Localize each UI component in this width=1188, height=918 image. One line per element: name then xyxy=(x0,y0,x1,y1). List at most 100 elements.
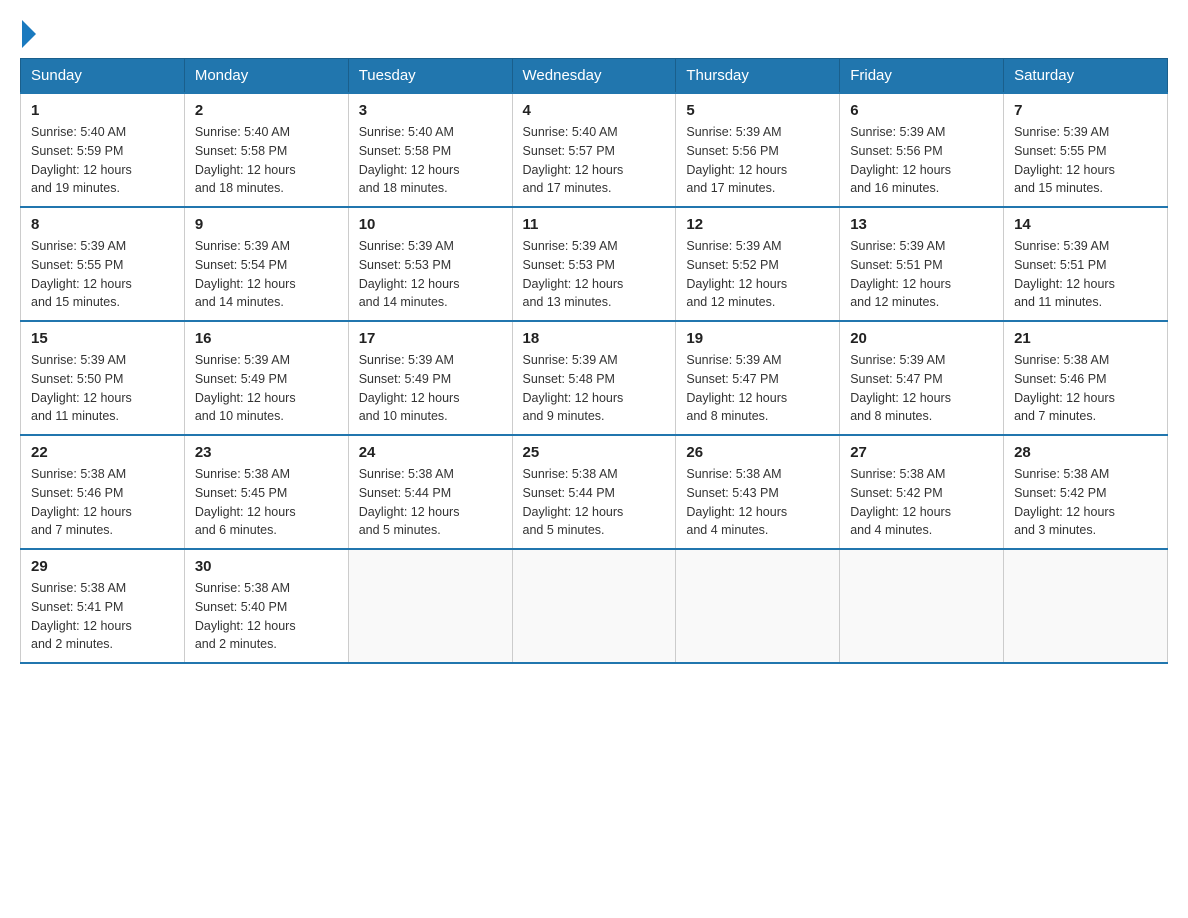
day-of-week-header: Wednesday xyxy=(512,59,676,94)
day-of-week-header: Friday xyxy=(840,59,1004,94)
day-info: Sunrise: 5:39 AMSunset: 5:49 PMDaylight:… xyxy=(195,351,338,426)
day-of-week-header: Monday xyxy=(184,59,348,94)
calendar-day-cell: 20Sunrise: 5:39 AMSunset: 5:47 PMDayligh… xyxy=(840,321,1004,435)
day-number: 29 xyxy=(31,558,174,575)
day-number: 6 xyxy=(850,102,993,119)
day-number: 19 xyxy=(686,330,829,347)
day-of-week-header: Thursday xyxy=(676,59,840,94)
calendar-day-cell: 30 Sunrise: 5:38 AMSunset: 5:40 PMDayligh… xyxy=(184,549,348,663)
day-of-week-header: Saturday xyxy=(1004,59,1168,94)
logo xyxy=(20,20,36,38)
day-number: 22 xyxy=(31,444,174,461)
day-info: Sunrise: 5:39 AMSunset: 5:55 PMDaylight:… xyxy=(1014,123,1157,198)
day-info: Sunrise: 5:39 AMSunset: 5:51 PMDaylight:… xyxy=(850,237,993,312)
day-of-week-header: Sunday xyxy=(21,59,185,94)
calendar-week-row: 29 Sunrise: 5:38 AMSunset: 5:41 PMDayligh… xyxy=(21,549,1168,663)
day-info: Sunrise: 5:38 AMSunset: 5:43 PMDaylight:… xyxy=(686,465,829,540)
calendar-day-cell: 7 Sunrise: 5:39 AMSunset: 5:55 PMDaylight… xyxy=(1004,93,1168,207)
day-number: 8 xyxy=(31,216,174,233)
day-number: 25 xyxy=(523,444,666,461)
calendar-day-cell: 18 Sunrise: 5:39 AMSunset: 5:48 PMDayligh… xyxy=(512,321,676,435)
day-info: Sunrise: 5:39 AMSunset: 5:49 PMDaylight:… xyxy=(359,351,502,426)
calendar-day-cell xyxy=(840,549,1004,663)
day-number: 26 xyxy=(686,444,829,461)
day-info: Sunrise: 5:39 AMSunset: 5:53 PMDaylight:… xyxy=(523,237,666,312)
calendar-day-cell: 14Sunrise: 5:39 AMSunset: 5:51 PMDayligh… xyxy=(1004,207,1168,321)
day-number: 4 xyxy=(523,102,666,119)
calendar-week-row: 15 Sunrise: 5:39 AMSunset: 5:50 PMDayligh… xyxy=(21,321,1168,435)
calendar-header: SundayMondayTuesdayWednesdayThursdayFrid… xyxy=(21,59,1168,94)
day-number: 17 xyxy=(359,330,502,347)
day-number: 27 xyxy=(850,444,993,461)
calendar-day-cell xyxy=(676,549,840,663)
day-number: 15 xyxy=(31,330,174,347)
day-number: 18 xyxy=(523,330,666,347)
day-info: Sunrise: 5:40 AMSunset: 5:59 PMDaylight:… xyxy=(31,123,174,198)
day-info: Sunrise: 5:40 AMSunset: 5:58 PMDaylight:… xyxy=(195,123,338,198)
day-number: 1 xyxy=(31,102,174,119)
page-header xyxy=(20,20,1168,38)
calendar-day-cell: 6Sunrise: 5:39 AMSunset: 5:56 PMDaylight… xyxy=(840,93,1004,207)
calendar-day-cell: 15 Sunrise: 5:39 AMSunset: 5:50 PMDayligh… xyxy=(21,321,185,435)
calendar-table: SundayMondayTuesdayWednesdayThursdayFrid… xyxy=(20,58,1168,664)
calendar-week-row: 1 Sunrise: 5:40 AMSunset: 5:59 PMDaylight… xyxy=(21,93,1168,207)
calendar-day-cell: 13 Sunrise: 5:39 AMSunset: 5:51 PMDayligh… xyxy=(840,207,1004,321)
calendar-day-cell: 22 Sunrise: 5:38 AMSunset: 5:46 PMDayligh… xyxy=(21,435,185,549)
logo-arrow-icon xyxy=(22,20,36,48)
day-number: 21 xyxy=(1014,330,1157,347)
day-number: 20 xyxy=(850,330,993,347)
day-info: Sunrise: 5:38 AMSunset: 5:46 PMDaylight:… xyxy=(1014,351,1157,426)
calendar-day-cell: 25 Sunrise: 5:38 AMSunset: 5:44 PMDayligh… xyxy=(512,435,676,549)
day-number: 30 xyxy=(195,558,338,575)
calendar-week-row: 22 Sunrise: 5:38 AMSunset: 5:46 PMDayligh… xyxy=(21,435,1168,549)
day-info: Sunrise: 5:38 AMSunset: 5:45 PMDaylight:… xyxy=(195,465,338,540)
calendar-day-cell xyxy=(1004,549,1168,663)
day-info: Sunrise: 5:39 AMSunset: 5:51 PMDaylight:… xyxy=(1014,237,1157,312)
day-info: Sunrise: 5:39 AMSunset: 5:50 PMDaylight:… xyxy=(31,351,174,426)
day-info: Sunrise: 5:40 AMSunset: 5:58 PMDaylight:… xyxy=(359,123,502,198)
calendar-day-cell: 27Sunrise: 5:38 AMSunset: 5:42 PMDayligh… xyxy=(840,435,1004,549)
day-info: Sunrise: 5:39 AMSunset: 5:47 PMDaylight:… xyxy=(686,351,829,426)
calendar-day-cell: 9 Sunrise: 5:39 AMSunset: 5:54 PMDaylight… xyxy=(184,207,348,321)
day-info: Sunrise: 5:38 AMSunset: 5:42 PMDaylight:… xyxy=(1014,465,1157,540)
day-number: 7 xyxy=(1014,102,1157,119)
calendar-day-cell: 5 Sunrise: 5:39 AMSunset: 5:56 PMDaylight… xyxy=(676,93,840,207)
day-number: 3 xyxy=(359,102,502,119)
day-info: Sunrise: 5:38 AMSunset: 5:44 PMDaylight:… xyxy=(359,465,502,540)
day-number: 11 xyxy=(523,216,666,233)
day-number: 13 xyxy=(850,216,993,233)
day-number: 28 xyxy=(1014,444,1157,461)
calendar-day-cell: 17 Sunrise: 5:39 AMSunset: 5:49 PMDayligh… xyxy=(348,321,512,435)
day-info: Sunrise: 5:38 AMSunset: 5:44 PMDaylight:… xyxy=(523,465,666,540)
calendar-day-cell: 16Sunrise: 5:39 AMSunset: 5:49 PMDayligh… xyxy=(184,321,348,435)
day-info: Sunrise: 5:39 AMSunset: 5:48 PMDaylight:… xyxy=(523,351,666,426)
day-number: 23 xyxy=(195,444,338,461)
day-number: 10 xyxy=(359,216,502,233)
day-info: Sunrise: 5:39 AMSunset: 5:54 PMDaylight:… xyxy=(195,237,338,312)
calendar-day-cell: 8 Sunrise: 5:39 AMSunset: 5:55 PMDaylight… xyxy=(21,207,185,321)
day-info: Sunrise: 5:39 AMSunset: 5:56 PMDaylight:… xyxy=(686,123,829,198)
calendar-day-cell: 11 Sunrise: 5:39 AMSunset: 5:53 PMDayligh… xyxy=(512,207,676,321)
day-number: 9 xyxy=(195,216,338,233)
day-info: Sunrise: 5:38 AMSunset: 5:41 PMDaylight:… xyxy=(31,579,174,654)
calendar-day-cell xyxy=(512,549,676,663)
calendar-day-cell: 26 Sunrise: 5:38 AMSunset: 5:43 PMDayligh… xyxy=(676,435,840,549)
calendar-day-cell: 12Sunrise: 5:39 AMSunset: 5:52 PMDayligh… xyxy=(676,207,840,321)
calendar-day-cell: 1 Sunrise: 5:40 AMSunset: 5:59 PMDaylight… xyxy=(21,93,185,207)
day-number: 12 xyxy=(686,216,829,233)
day-number: 5 xyxy=(686,102,829,119)
calendar-body: 1 Sunrise: 5:40 AMSunset: 5:59 PMDaylight… xyxy=(21,93,1168,663)
day-number: 24 xyxy=(359,444,502,461)
day-of-week-header: Tuesday xyxy=(348,59,512,94)
day-info: Sunrise: 5:38 AMSunset: 5:46 PMDaylight:… xyxy=(31,465,174,540)
day-info: Sunrise: 5:38 AMSunset: 5:40 PMDaylight:… xyxy=(195,579,338,654)
day-number: 2 xyxy=(195,102,338,119)
calendar-day-cell: 21 Sunrise: 5:38 AMSunset: 5:46 PMDayligh… xyxy=(1004,321,1168,435)
day-info: Sunrise: 5:40 AMSunset: 5:57 PMDaylight:… xyxy=(523,123,666,198)
day-info: Sunrise: 5:39 AMSunset: 5:53 PMDaylight:… xyxy=(359,237,502,312)
day-info: Sunrise: 5:39 AMSunset: 5:55 PMDaylight:… xyxy=(31,237,174,312)
header-row: SundayMondayTuesdayWednesdayThursdayFrid… xyxy=(21,59,1168,94)
calendar-day-cell: 28 Sunrise: 5:38 AMSunset: 5:42 PMDayligh… xyxy=(1004,435,1168,549)
calendar-day-cell: 24 Sunrise: 5:38 AMSunset: 5:44 PMDayligh… xyxy=(348,435,512,549)
calendar-day-cell: 2 Sunrise: 5:40 AMSunset: 5:58 PMDaylight… xyxy=(184,93,348,207)
